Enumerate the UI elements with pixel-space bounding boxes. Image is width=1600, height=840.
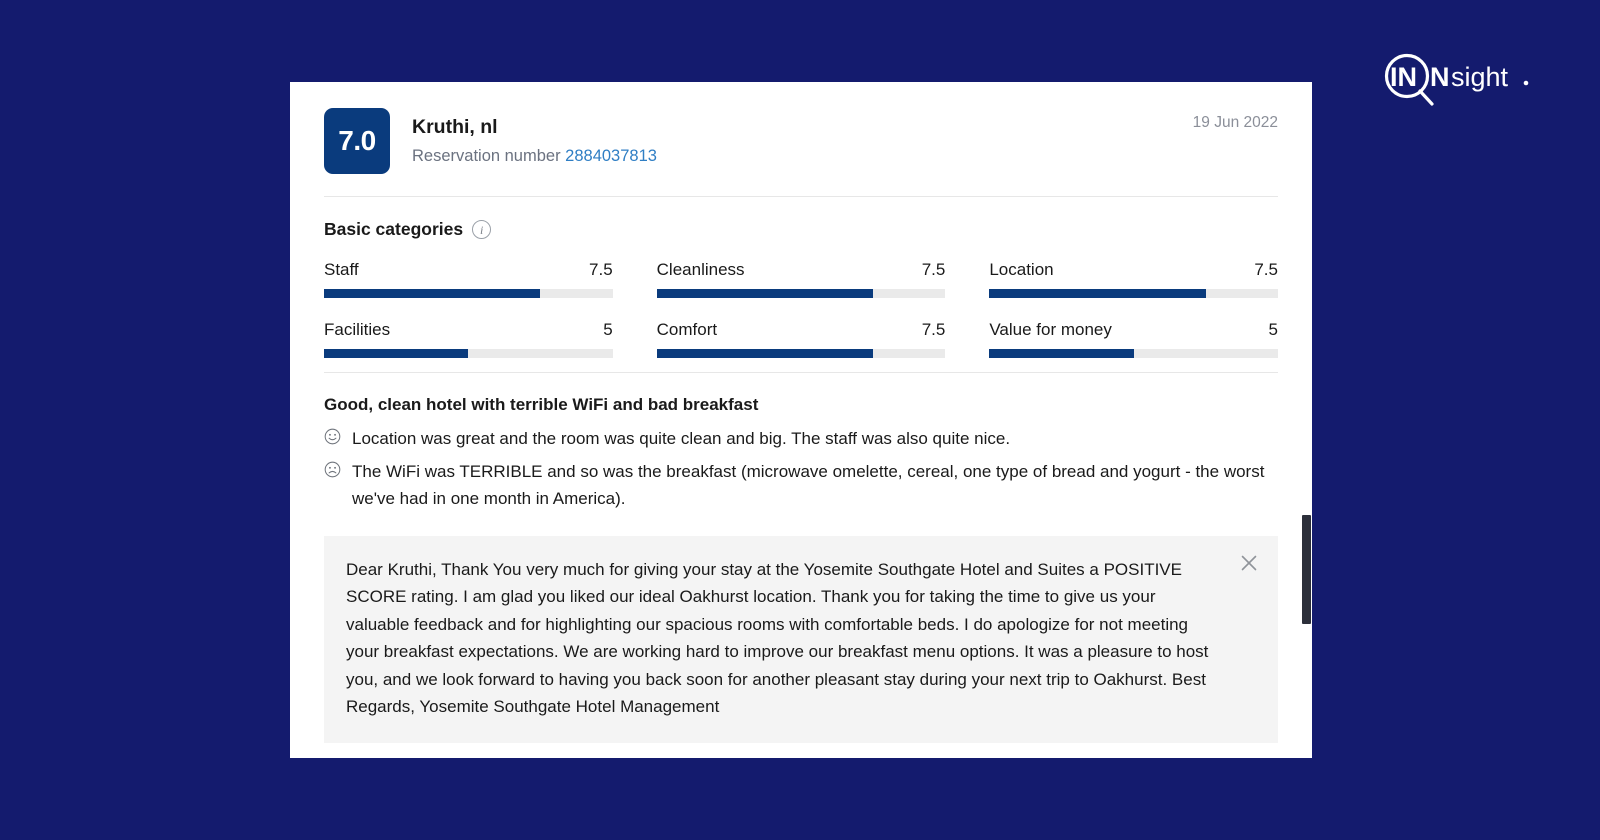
reservation-line: Reservation number 2884037813 (412, 146, 657, 167)
positive-comment-text: Location was great and the room was quit… (352, 429, 1011, 448)
magnifier-logo-icon: IN N sight (1384, 53, 1529, 106)
category-label: Location (989, 260, 1054, 279)
card-scrollbar-thumb[interactable] (1302, 515, 1311, 624)
category-meter-fill (324, 349, 469, 358)
info-icon[interactable]: i (472, 220, 492, 239)
guest-info: Kruthi, nl Reservation number 2884037813 (412, 108, 657, 168)
review-date: 19 Jun 2022 (1192, 114, 1278, 131)
category-item: Location 7.5 (989, 260, 1278, 298)
category-meter (989, 289, 1278, 298)
category-score: 7.5 (1254, 260, 1278, 279)
category-meter (324, 349, 613, 358)
svg-text:sight: sight (1451, 62, 1509, 92)
category-item: Staff 7.5 (324, 260, 613, 298)
category-grid: Staff 7.5 Cleanliness 7.5 Location 7.5 F… (324, 260, 1278, 358)
category-meter (324, 289, 613, 298)
category-label: Comfort (656, 320, 718, 339)
category-meter (989, 349, 1278, 358)
review-card-content: 7.0 Kruthi, nl Reservation number 288403… (290, 82, 1312, 758)
category-meter (656, 289, 946, 298)
management-response-text: Dear Kruthi, Thank You very much for giv… (346, 559, 1209, 717)
category-label: Value for money (989, 320, 1112, 339)
smiley-face-icon (324, 428, 341, 450)
reservation-number[interactable]: 2884037813 (565, 147, 657, 165)
positive-comment-row: Location was great and the room was quit… (324, 425, 1278, 453)
svg-text:IN: IN (1390, 62, 1417, 92)
review-header: 7.0 Kruthi, nl Reservation number 288403… (324, 108, 1278, 196)
category-item: Facilities 5 (324, 320, 613, 358)
review-title: Good, clean hotel with terrible WiFi and… (324, 395, 759, 414)
category-label: Cleanliness (656, 260, 745, 279)
close-icon[interactable] (1240, 554, 1258, 572)
category-label: Facilities (324, 320, 391, 339)
svg-text:N: N (1430, 62, 1450, 92)
category-meter-fill (656, 289, 874, 298)
review-body: Good, clean hotel with terrible WiFi and… (324, 373, 1278, 513)
negative-comment-text: The WiFi was TERRIBLE and so was the bre… (352, 461, 1265, 509)
innsight-logo: IN N sight (1374, 48, 1544, 112)
basic-categories-header: Basic categories i (324, 219, 1278, 240)
category-score: 7.5 (921, 320, 946, 339)
category-meter-fill (656, 349, 874, 358)
category-meter (656, 349, 946, 358)
reservation-label: Reservation number (412, 147, 561, 165)
category-meter-fill (989, 349, 1134, 358)
card-scrollbar[interactable] (1301, 82, 1312, 758)
reservation-label-text: Reservation number (412, 147, 561, 166)
category-score: 5 (1268, 320, 1278, 339)
category-item: Value for money 5 (989, 320, 1278, 358)
category-meter-fill (324, 289, 541, 298)
section-title: Basic categories (324, 219, 464, 239)
category-meter-fill (989, 289, 1206, 298)
category-score: 7.5 (589, 260, 613, 279)
category-item: Cleanliness 7.5 (656, 260, 946, 298)
score-badge: 7.0 (324, 108, 390, 174)
management-response-box: Dear Kruthi, Thank You very much for giv… (324, 535, 1278, 743)
category-label: Staff (324, 260, 359, 279)
frowny-face-icon (324, 461, 341, 483)
review-card: 7.0 Kruthi, nl Reservation number 288403… (290, 82, 1312, 758)
basic-categories-section: Basic categories i Staff 7.5 Cleanliness… (324, 197, 1278, 372)
guest-name: Kruthi, nl (412, 116, 498, 138)
category-item: Comfort 7.5 (656, 320, 946, 358)
category-score: 7.5 (921, 260, 946, 279)
category-score: 5 (603, 320, 613, 339)
negative-comment-row: The WiFi was TERRIBLE and so was the bre… (324, 458, 1278, 513)
